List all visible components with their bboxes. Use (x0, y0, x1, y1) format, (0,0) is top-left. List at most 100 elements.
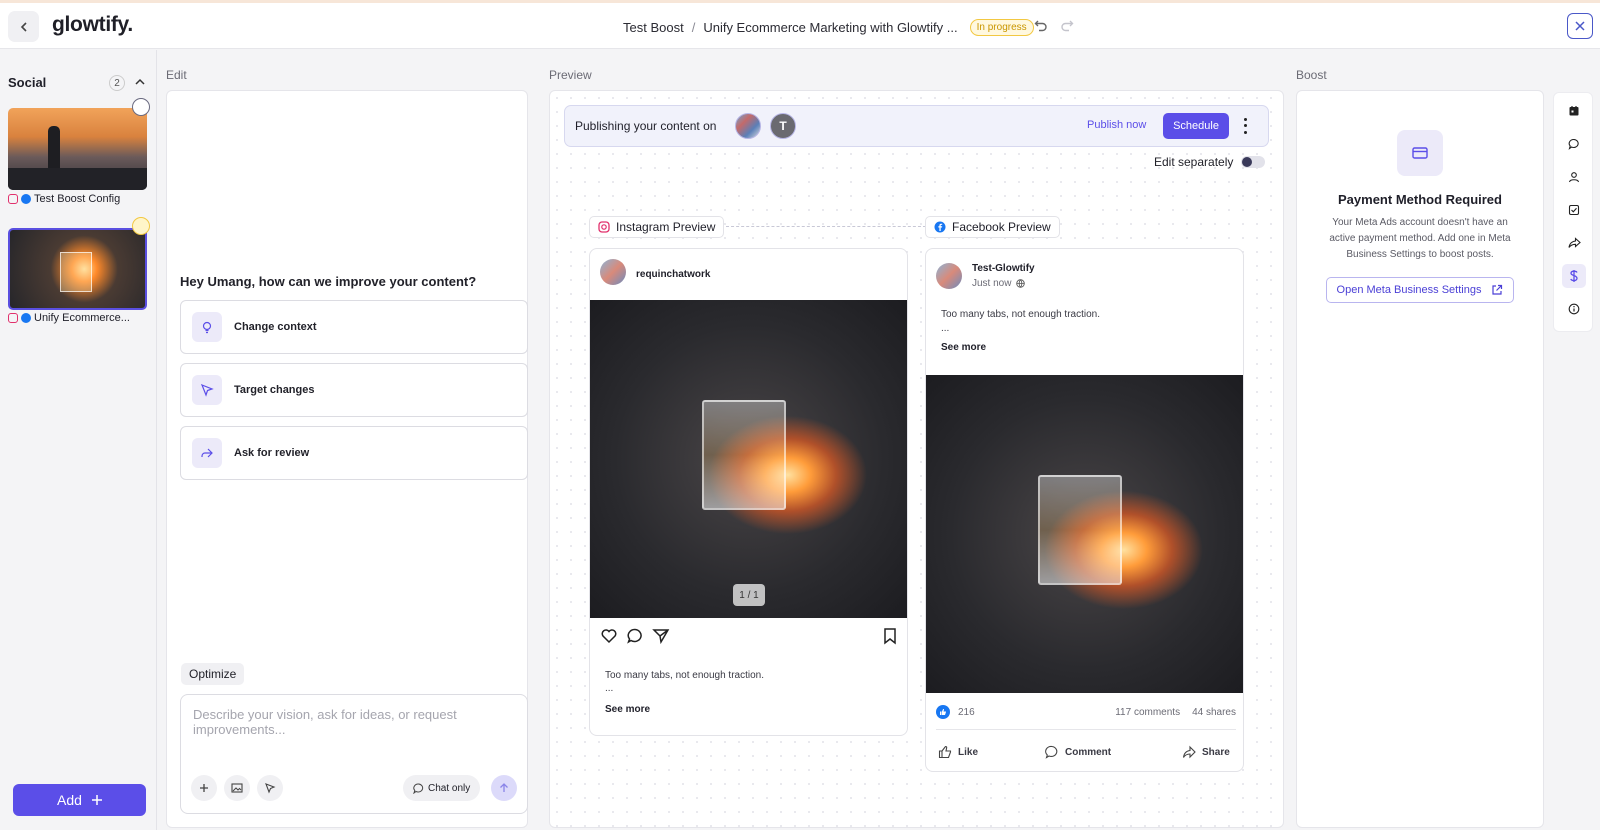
globe-icon (1016, 279, 1026, 288)
back-button[interactable] (8, 11, 39, 42)
breadcrumb-current: Unify Ecommerce Marketing with Glowtify … (703, 20, 958, 35)
crystal-cube-shape (60, 252, 92, 292)
instagram-preview-tag[interactable]: Instagram Preview (589, 216, 725, 238)
add-button-label: Add (57, 792, 82, 808)
optimize-chip[interactable]: Optimize (181, 663, 245, 685)
sidebar-title: Social (8, 75, 47, 90)
image-select-button[interactable] (224, 775, 250, 801)
prompt-box: Chat only (180, 694, 528, 814)
redo-icon[interactable] (1060, 18, 1074, 32)
post-thumbnail-2[interactable] (8, 228, 147, 310)
facebook-icon (934, 221, 946, 233)
status-badge: In progress (969, 19, 1034, 36)
open-meta-business-settings-button[interactable]: Open Meta Business Settings (1326, 277, 1514, 303)
select-radio-1[interactable] (132, 98, 150, 116)
app-logo: glowtify. (52, 13, 133, 36)
shares-count[interactable]: 44 shares (1192, 707, 1236, 718)
undo-icon[interactable] (1034, 18, 1048, 32)
facebook-preview-tag[interactable]: Facebook Preview (925, 216, 1060, 238)
chat-only-toggle[interactable]: Chat only (403, 775, 481, 801)
payment-method-title: Payment Method Required (1338, 192, 1502, 207)
share-icon (1182, 745, 1196, 759)
likes-count: 216 (958, 706, 975, 718)
change-context-option[interactable]: Change context (180, 300, 528, 354)
attach-button[interactable] (191, 775, 217, 801)
facebook-see-more[interactable]: See more (941, 342, 986, 353)
calendar-icon[interactable] (1562, 99, 1586, 123)
facebook-preview-label: Facebook Preview (952, 220, 1051, 234)
add-button[interactable]: Add (13, 784, 146, 816)
edit-separately-row: Edit separately (1154, 155, 1266, 169)
facebook-icon (21, 194, 31, 204)
improve-question: Hey Umang, how can we improve your conte… (180, 274, 477, 289)
plus-icon (200, 784, 208, 792)
schedule-button[interactable]: Schedule (1163, 113, 1229, 139)
chevron-up-icon[interactable] (134, 76, 146, 88)
bookmark-icon[interactable] (882, 627, 898, 645)
instagram-icon (8, 194, 18, 204)
comment-icon[interactable] (626, 627, 644, 645)
external-link-icon (1492, 284, 1503, 295)
facebook-post-card: Test-Glowtify Just now Too many tabs, no… (925, 248, 1244, 772)
dollar-icon[interactable] (1562, 264, 1586, 288)
post-thumbnail-1[interactable] (8, 108, 147, 190)
sidebar-item-label: Test Boost Config (34, 193, 121, 205)
breadcrumb-parent[interactable]: Test Boost (623, 20, 684, 35)
facebook-account-name: Test-Glowtify (972, 263, 1035, 274)
plus-icon (91, 795, 102, 805)
instagram-preview-label: Instagram Preview (616, 220, 716, 234)
send-button[interactable] (491, 775, 517, 801)
instagram-icon (598, 221, 610, 233)
chat-icon[interactable] (1562, 132, 1586, 156)
edit-separately-toggle[interactable] (1241, 156, 1266, 168)
edit-separately-label: Edit separately (1154, 155, 1234, 169)
send-icon[interactable] (652, 627, 670, 645)
target-button[interactable] (257, 775, 283, 801)
breadcrumb-separator: / (691, 20, 696, 35)
prompt-input[interactable] (193, 707, 513, 747)
right-icon-rail (1553, 92, 1593, 332)
facebook-caption: Too many tabs, not enough traction. (941, 309, 1100, 320)
thumbs-up-icon (938, 746, 952, 759)
chat-bubble-icon (413, 782, 424, 794)
sidebar-item-unify-ecommerce[interactable]: Unify Ecommerce... (8, 312, 130, 324)
instagram-caption: Too many tabs, not enough traction. (605, 670, 764, 681)
target-changes-option[interactable]: Target changes (180, 363, 528, 417)
more-options-icon[interactable] (1241, 116, 1249, 136)
facebook-stats: 216 117 comments 44 shares (936, 705, 1236, 719)
crystal-cube-shape (1038, 475, 1122, 585)
instagram-account-name: requinchatwork (636, 269, 711, 280)
facebook-account-avatar[interactable]: T (770, 113, 796, 139)
share-icon[interactable] (1562, 231, 1586, 255)
instagram-icon (8, 313, 18, 323)
close-icon (1575, 21, 1585, 31)
share-action[interactable]: Share (1182, 745, 1230, 759)
like-action[interactable]: Like (938, 745, 978, 759)
heart-icon[interactable] (600, 627, 618, 645)
instagram-see-more[interactable]: See more (605, 704, 650, 715)
select-radio-2[interactable] (132, 217, 150, 235)
comment-label: Comment (1065, 746, 1112, 758)
payment-method-description: Your Meta Ads account doesn't have an ac… (1329, 217, 1511, 260)
close-button[interactable] (1567, 13, 1593, 39)
cursor-icon (192, 375, 222, 405)
user-icon[interactable] (1562, 165, 1586, 189)
social-sidebar: Social 2 Test Boost Config Unify Ecommer… (0, 50, 157, 830)
crystal-cube-shape (702, 400, 786, 510)
info-icon[interactable] (1562, 297, 1586, 321)
boost-section-label: Boost (1296, 68, 1327, 82)
lightbulb-icon (192, 312, 222, 342)
ask-for-review-option[interactable]: Ask for review (180, 426, 528, 480)
comments-count[interactable]: 117 comments (1115, 707, 1180, 718)
facebook-post-image (926, 375, 1243, 693)
thumbs-up-badge-icon (936, 705, 950, 719)
comment-action[interactable]: Comment (1045, 745, 1111, 759)
publish-now-button[interactable]: Publish now (1087, 119, 1146, 131)
chevron-left-icon (20, 21, 27, 32)
instagram-actions (600, 627, 670, 645)
instagram-account-avatar[interactable] (735, 113, 761, 139)
sidebar-item-test-boost-config[interactable]: Test Boost Config (8, 193, 120, 205)
preview-section-label: Preview (549, 68, 592, 82)
checklist-icon[interactable] (1562, 198, 1586, 222)
facebook-caption-ellipsis: ... (941, 323, 950, 334)
